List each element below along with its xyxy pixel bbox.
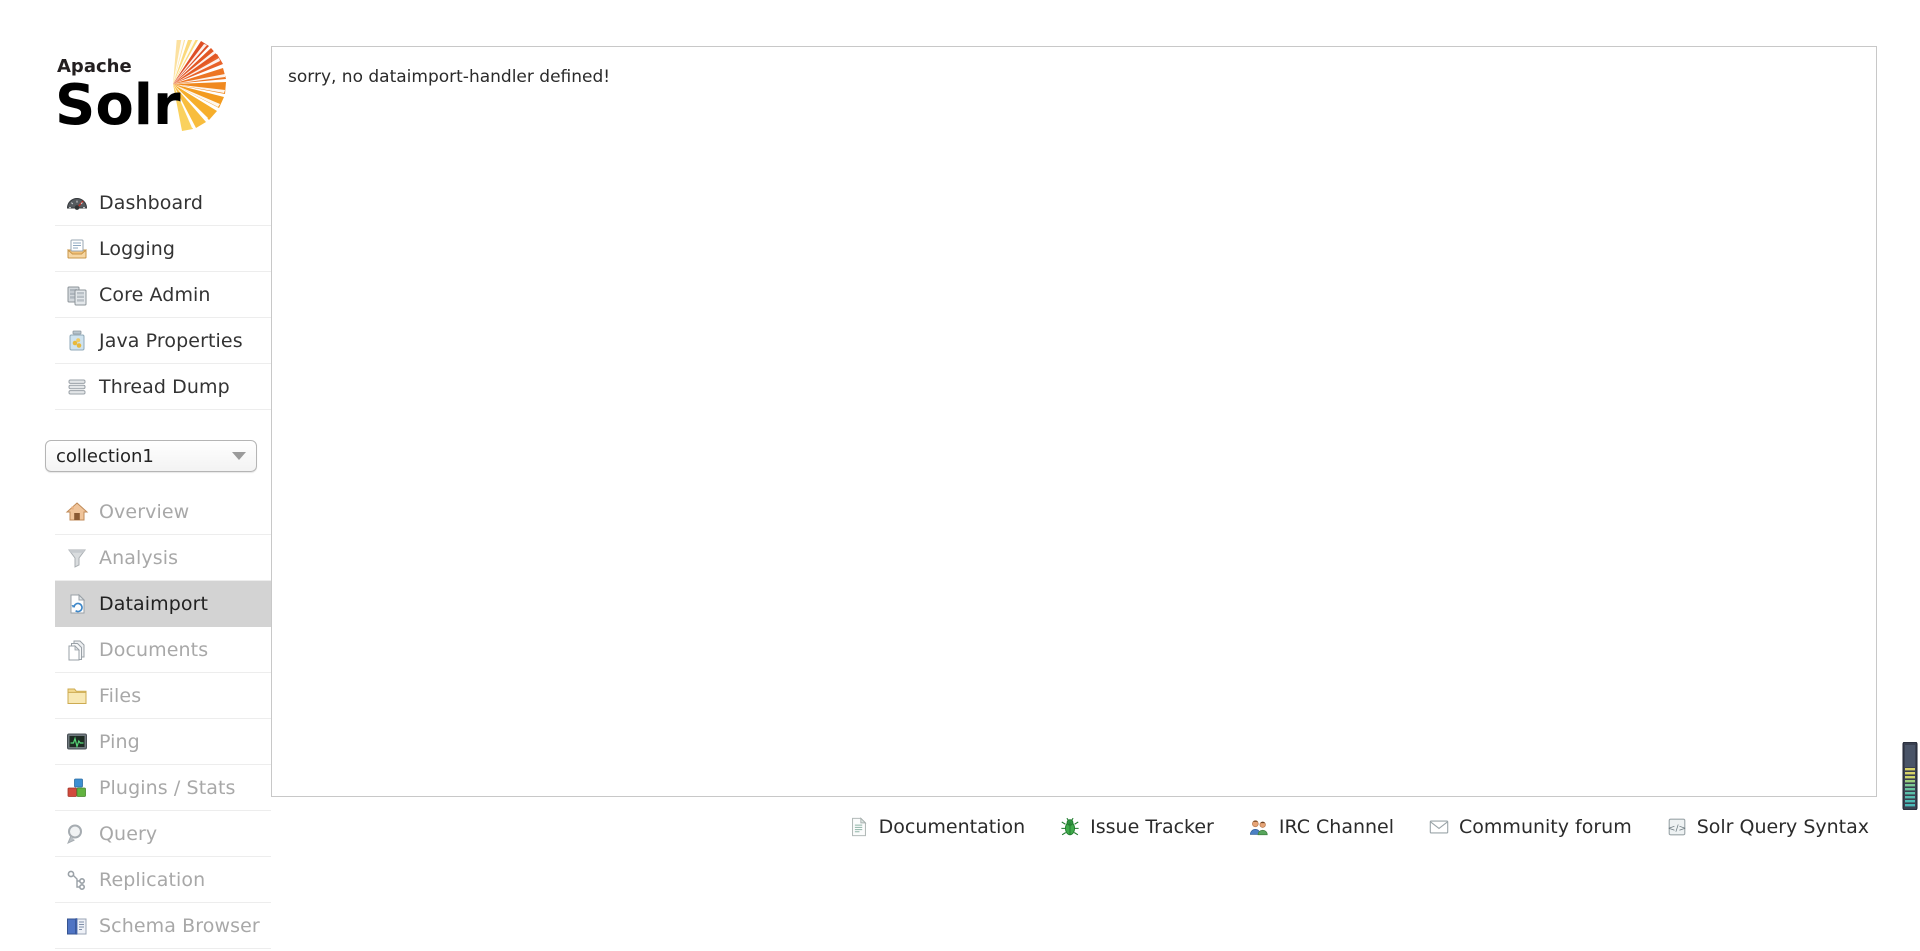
sidebar-item-analysis-label: Analysis: [99, 546, 179, 569]
sidebar-item-ping-label: Ping: [99, 730, 140, 753]
svg-text:</>: </>: [1668, 823, 1686, 834]
sidebar-item-query-label: Query: [99, 822, 158, 845]
sidebar-item-dashboard[interactable]: Dashboard: [55, 180, 271, 226]
footer-link-issue-tracker-label: Issue Tracker: [1090, 816, 1214, 838]
people-group-icon: [1249, 820, 1268, 836]
sidebar-item-documents-label: Documents: [99, 638, 209, 661]
documents-icon: [68, 640, 85, 660]
sidebar-item-logging[interactable]: Logging: [55, 226, 271, 272]
sidebar-item-ping: Ping: [55, 719, 271, 765]
footer-link-solr-query-syntax[interactable]: </> Solr Query Syntax: [1666, 816, 1870, 838]
footer-link-community-forum[interactable]: Community forum: [1428, 816, 1632, 838]
footer-link-irc-channel[interactable]: IRC Channel: [1248, 816, 1394, 838]
core-admin-icon: [67, 286, 87, 305]
sidebar-item-java-properties[interactable]: Java Properties: [55, 318, 271, 364]
footer: Documentation Issue Tracker IRC Channel Com…: [271, 797, 1877, 857]
query-magnifier-icon: [67, 824, 82, 844]
sidebar-item-analysis: Analysis: [55, 535, 271, 581]
analysis-funnel-icon: [68, 549, 86, 568]
sidebar-item-schema-browser: Schema Browser: [55, 903, 271, 949]
chevron-down-icon: [232, 452, 246, 460]
java-properties-icon: [69, 330, 85, 350]
sidebar-core-nav: Overview Analysis Dataimport Documents Files…: [55, 489, 271, 949]
footer-link-documentation-label: Documentation: [878, 816, 1026, 838]
sidebar-item-thread-dump[interactable]: Thread Dump: [55, 364, 271, 410]
sidebar-item-core-admin[interactable]: Core Admin: [55, 272, 271, 318]
core-selector-value: collection1: [56, 445, 154, 467]
overview-home-icon: [65, 501, 89, 520]
sidebar-item-dashboard-label: Dashboard: [99, 191, 203, 214]
document-page-icon: [851, 817, 867, 837]
sidebar-item-documents: Documents: [55, 627, 271, 673]
bug-icon: [1061, 817, 1079, 836]
sidebar-top-nav: Dashboard Logging Core Admin Java Propertie…: [55, 180, 271, 410]
dataimport-message: sorry, no dataimport-handler defined!: [288, 67, 611, 87]
sidebar-item-plugins-stats-label: Plugins / Stats: [99, 776, 236, 799]
sidebar-item-files-label: Files: [99, 684, 142, 707]
footer-link-documentation[interactable]: Documentation: [848, 816, 1025, 838]
sidebar-item-files: Files: [55, 673, 271, 719]
envelope-icon: [1429, 820, 1449, 834]
code-brackets-icon: </>: [1668, 818, 1686, 836]
apache-solr-logo[interactable]: Apache Solr: [55, 40, 235, 132]
sidebar-item-overview: Overview: [55, 489, 271, 535]
footer-link-issue-tracker[interactable]: Issue Tracker: [1059, 816, 1214, 838]
sidebar-item-java-properties-label: Java Properties: [99, 329, 243, 352]
sidebar-item-replication-label: Replication: [99, 868, 206, 891]
footer-link-community-forum-label: Community forum: [1459, 816, 1632, 838]
logo-solr-text: Solr: [55, 73, 181, 132]
files-folder-icon: [67, 688, 87, 704]
edge-meter-widget[interactable]: [1902, 742, 1918, 810]
sidebar-item-logging-label: Logging: [99, 237, 176, 260]
sidebar-item-plugins-stats: Plugins / Stats: [55, 765, 271, 811]
core-selector-wrap: collection1: [45, 440, 257, 472]
footer-link-irc-channel-label: IRC Channel: [1278, 816, 1395, 838]
dashboard-icon: [66, 197, 88, 210]
sidebar-item-query: Query: [55, 811, 271, 857]
sidebar-item-schema-browser-label: Schema Browser: [99, 914, 260, 937]
ping-monitor-icon: [67, 733, 87, 749]
sidebar-item-dataimport-label: Dataimport: [99, 592, 209, 615]
thread-dump-icon: [68, 379, 86, 395]
solr-admin-page: Apache Solr Dashboard Logging Core Admin Ja…: [0, 0, 1920, 951]
content-panel: sorry, no dataimport-handler defined!: [271, 46, 1877, 797]
sidebar-item-overview-label: Overview: [99, 500, 190, 523]
plugins-blocks-icon: [67, 778, 86, 797]
logging-icon: [67, 239, 87, 258]
core-selector[interactable]: collection1: [45, 440, 257, 472]
sidebar-item-thread-dump-label: Thread Dump: [99, 375, 230, 398]
sidebar-item-core-admin-label: Core Admin: [99, 283, 211, 306]
footer-link-solr-query-syntax-label: Solr Query Syntax: [1696, 816, 1869, 838]
sidebar: Apache Solr Dashboard Logging Core Admin Ja…: [0, 0, 271, 951]
sidebar-item-replication: Replication: [55, 857, 271, 903]
replication-icon: [67, 870, 86, 890]
dataimport-icon: [70, 593, 86, 613]
sidebar-item-dataimport[interactable]: Dataimport: [55, 581, 271, 627]
schema-book-icon: [67, 917, 87, 935]
